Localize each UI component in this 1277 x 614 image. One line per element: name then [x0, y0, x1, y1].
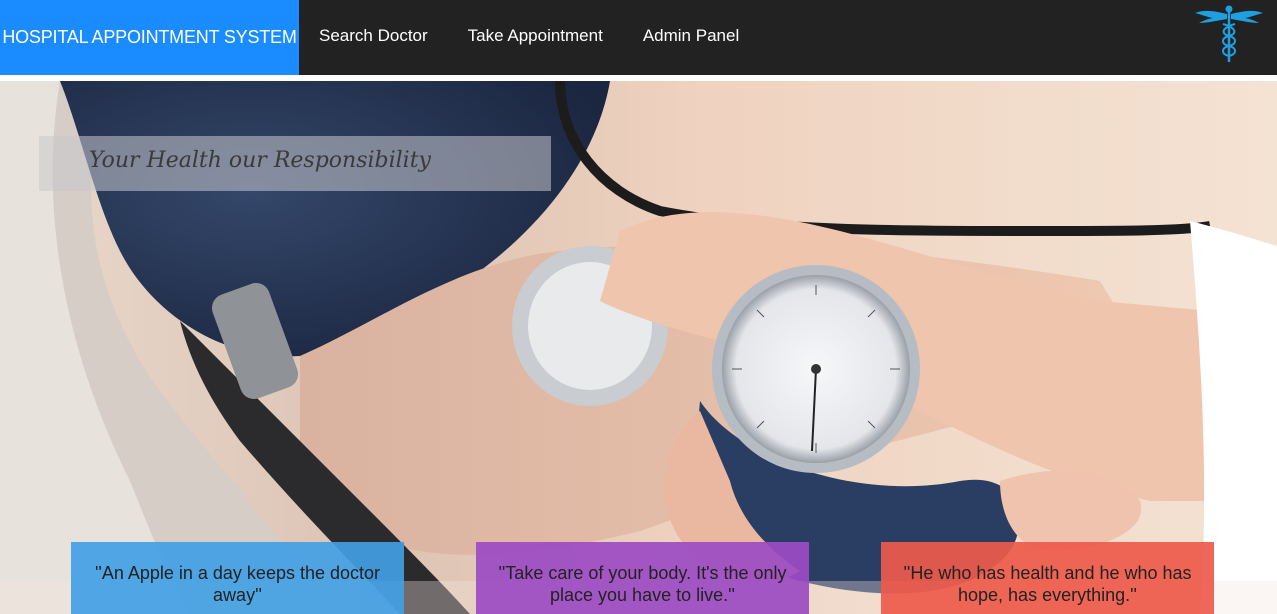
nav-links: Search Doctor Take Appointment Admin Pan…: [299, 0, 759, 75]
top-navbar: HOSPITAL APPOINTMENT SYSTEM Search Docto…: [0, 0, 1277, 75]
caduceus-icon: [1195, 5, 1263, 62]
nav-search-doctor[interactable]: Search Doctor: [299, 0, 448, 75]
nav-take-appointment[interactable]: Take Appointment: [448, 0, 623, 75]
site-brand[interactable]: HOSPITAL APPOINTMENT SYSTEM: [0, 0, 299, 75]
hero-tagline: Your Health our Responsibility: [89, 148, 431, 173]
quote-card-hope: ''He who has health and he who has hope,…: [881, 542, 1214, 614]
tagline-panel: Your Health our Responsibility: [39, 136, 551, 191]
quote-card-apple: ''An Apple in a day keeps the doctor awa…: [71, 542, 404, 614]
quote-card-body: ''Take care of your body. It's the only …: [476, 542, 809, 614]
nav-admin-panel[interactable]: Admin Panel: [623, 0, 759, 75]
hero-banner: Your Health our Responsibility: [0, 81, 1277, 614]
